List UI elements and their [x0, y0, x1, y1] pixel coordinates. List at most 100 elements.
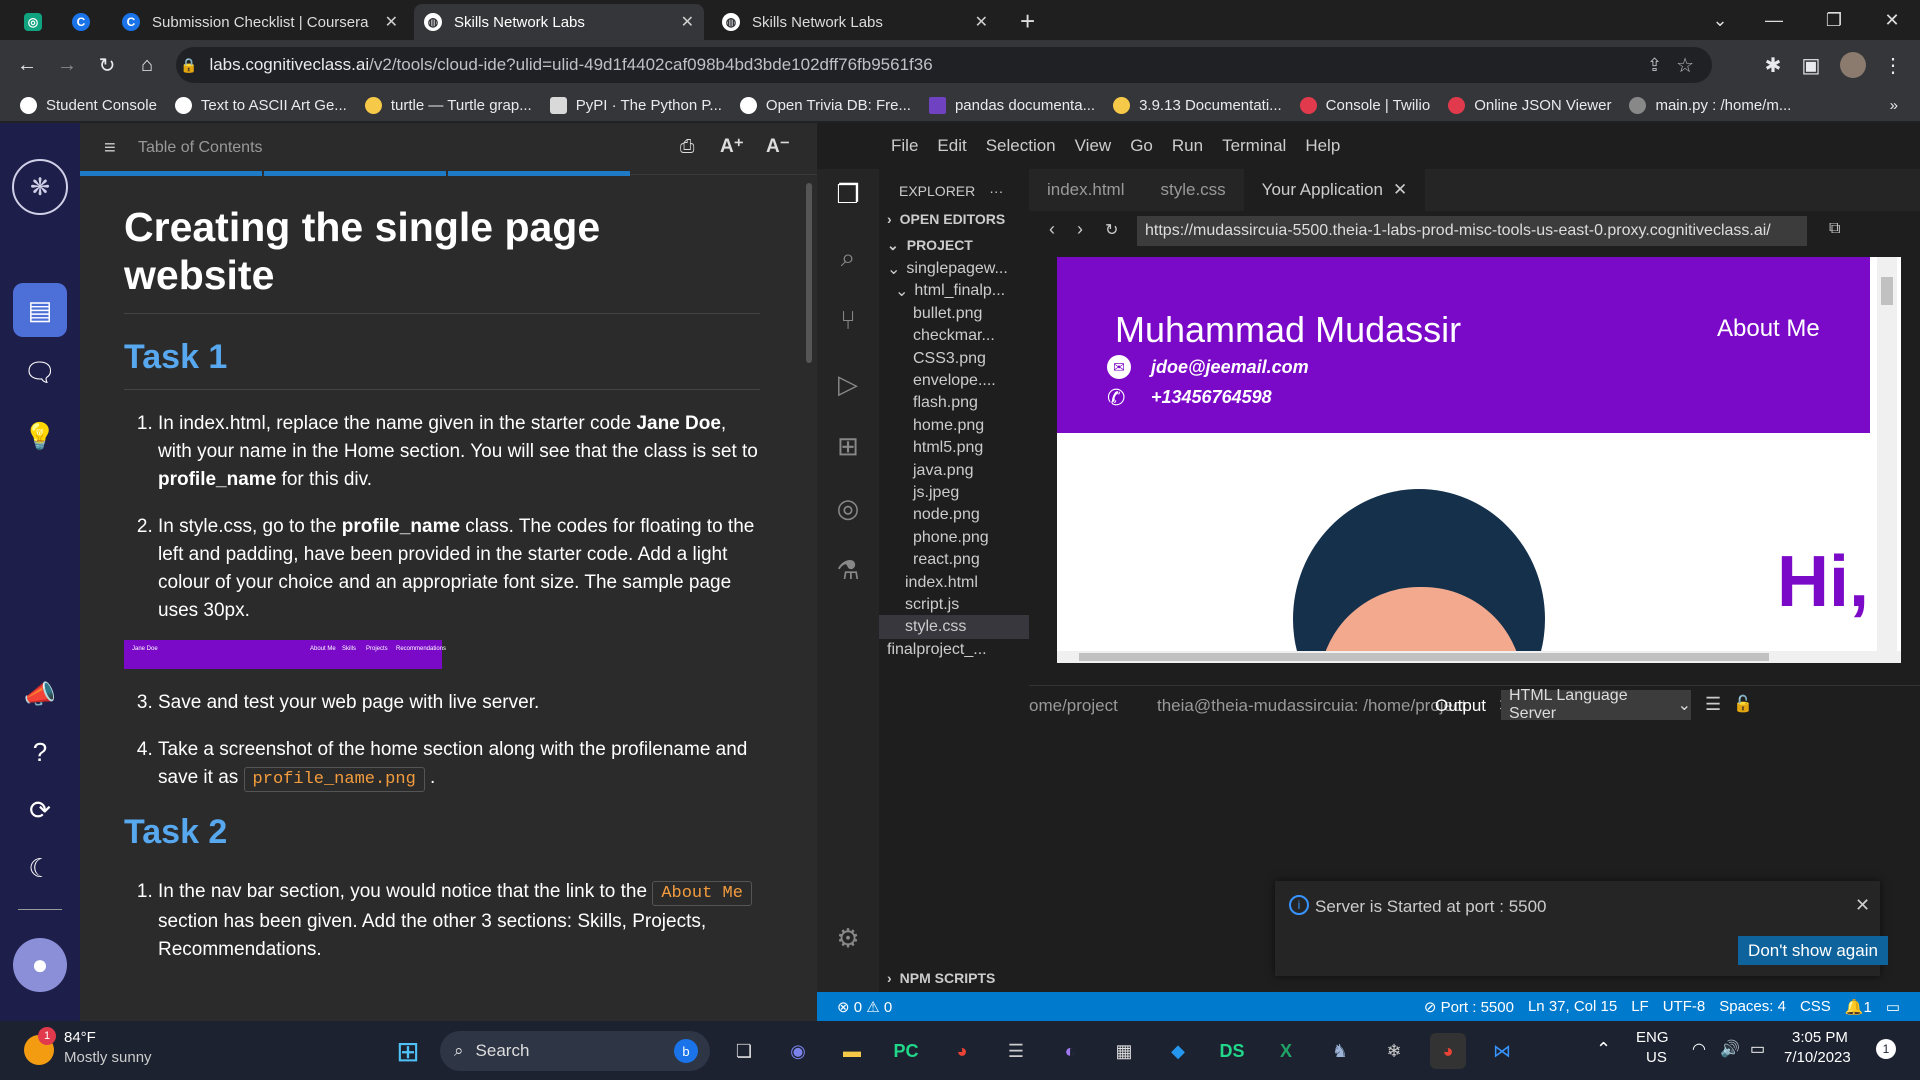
restore-button[interactable]: ❐ [1806, 0, 1862, 40]
menu-terminal[interactable]: Terminal [1222, 136, 1286, 156]
search-icon[interactable]: ⌕ [829, 239, 867, 277]
instructions-icon[interactable]: ▤ [13, 283, 67, 337]
hamburger-menu-icon[interactable]: ≡ [104, 137, 116, 160]
taskbar-search[interactable]: ⌕ Search b [440, 1031, 710, 1071]
file-explorer-icon[interactable]: ▬ [834, 1033, 870, 1069]
tray-chevron-icon[interactable]: ⌃ [1596, 1039, 1611, 1060]
layout-icon[interactable]: ▭ [1886, 998, 1900, 1016]
file-tree-item[interactable]: CSS3.png [879, 347, 1029, 371]
extensions-icon[interactable]: ⊞ [829, 427, 867, 465]
help-icon[interactable]: ? [13, 725, 67, 779]
open-external-icon[interactable]: ⧉ [1829, 220, 1840, 238]
bookmark-star-icon[interactable]: ☆ [1676, 53, 1694, 78]
back-icon[interactable]: ← [12, 50, 42, 80]
language-region[interactable]: US [1646, 1049, 1667, 1066]
profile-avatar[interactable] [1840, 52, 1866, 78]
file-tree-item[interactable]: style.css [879, 615, 1029, 640]
browser-tab-coursera[interactable]: C Submission Checklist | Coursera ✕ [112, 4, 408, 40]
decrease-font-icon[interactable]: A⁻ [766, 135, 790, 158]
browser-tab-skills-active[interactable]: ◍ Skills Network Labs ✕ [414, 4, 704, 40]
share-icon[interactable]: ⇪ [1647, 55, 1662, 76]
lightbulb-icon[interactable]: 💡 [13, 409, 67, 463]
open-editors-section[interactable]: › OPEN EDITORS [887, 207, 1037, 231]
dark-mode-icon[interactable]: ☾ [13, 841, 67, 895]
skills-network-toolbox-icon[interactable]: ◎ [829, 489, 867, 527]
reload-icon[interactable]: ↻ [92, 50, 122, 80]
bookmark-item[interactable]: pandas documenta... [928, 97, 1095, 114]
file-tree-item[interactable]: bullet.png [879, 302, 1029, 326]
volume-icon[interactable]: 🔊 [1720, 1039, 1740, 1059]
close-icon[interactable]: ✕ [385, 12, 398, 32]
wifi-icon[interactable]: ◠ [1692, 1039, 1706, 1059]
menu-go[interactable]: Go [1130, 136, 1153, 156]
bookmark-item[interactable]: main.py : /home/m... [1629, 97, 1791, 114]
extensions-icon[interactable]: ✱ [1758, 50, 1788, 80]
chrome-active-icon[interactable]: ◕ [1430, 1033, 1466, 1069]
panel-tab-terminal-2[interactable]: theia@theia-mudassircuia: /home/project [1157, 696, 1466, 716]
minimize-button[interactable]: — [1746, 0, 1802, 40]
file-tree-item[interactable]: html5.png [879, 436, 1029, 460]
preview-vertical-scrollbar[interactable] [1877, 257, 1897, 651]
problems-indicator[interactable]: ⊗ 0 ⚠ 0 [837, 998, 892, 1016]
home-icon[interactable]: ⌂ [132, 50, 162, 80]
preview-reload-icon[interactable]: ↻ [1105, 220, 1118, 240]
menu-kebab-icon[interactable]: ⋮ [1878, 50, 1908, 80]
file-tree-item[interactable]: finalproject_... [879, 638, 1029, 662]
output-channel-select[interactable]: HTML Language Server ⌄ [1501, 687, 1691, 722]
address-bar[interactable]: 🔒 labs.cognitiveclass.ai /v2/tools/cloud… [176, 47, 1712, 83]
npm-scripts-section[interactable]: › NPM SCRIPTS [887, 966, 1037, 990]
file-tree-item[interactable]: ⌄ html_finalp... [879, 279, 1029, 303]
close-icon[interactable]: ✕ [681, 12, 694, 32]
tab-search-icon[interactable]: ⌄ [1692, 0, 1748, 40]
chrome-icon[interactable]: ◕ [944, 1033, 980, 1069]
preview-horizontal-scrollbar[interactable] [1057, 651, 1901, 663]
lock-scroll-icon[interactable]: 🔓 [1733, 694, 1753, 714]
menu-selection[interactable]: Selection [986, 136, 1056, 156]
editor-tab-your-application[interactable]: Your Application ✕ [1243, 169, 1426, 211]
project-section[interactable]: ⌄ PROJECT [887, 233, 1037, 257]
language-indicator[interactable]: ENG [1636, 1029, 1669, 1046]
more-bookmarks[interactable]: » [1890, 97, 1898, 114]
print-icon[interactable]: ⎙ [680, 136, 694, 157]
docker-icon[interactable]: ◆ [1160, 1033, 1196, 1069]
menu-run[interactable]: Run [1172, 136, 1203, 156]
menu-help[interactable]: Help [1305, 136, 1340, 156]
snip-icon[interactable]: ▦ [1106, 1033, 1142, 1069]
encoding[interactable]: UTF-8 [1663, 998, 1706, 1015]
pycharm-icon[interactable]: PC [888, 1033, 924, 1069]
dataspell-icon[interactable]: DS [1214, 1033, 1250, 1069]
file-tree-item[interactable]: js.jpeg [879, 481, 1029, 505]
file-tree-item[interactable]: script.js [879, 593, 1029, 617]
clock-date[interactable]: 7/10/2023 [1784, 1049, 1851, 1066]
preview-url-input[interactable]: https://mudassircuia-5500.theia-1-labs-p… [1137, 216, 1807, 246]
file-tree-item[interactable]: node.png [879, 503, 1029, 527]
close-icon[interactable]: ✕ [1393, 180, 1407, 200]
database-icon[interactable]: ☰ [998, 1033, 1034, 1069]
postgres-icon[interactable]: ♞ [1322, 1033, 1358, 1069]
flask-icon[interactable]: ⚗ [829, 551, 867, 589]
file-tree-item[interactable]: checkmar... [879, 324, 1029, 348]
menu-file[interactable]: File [891, 136, 918, 156]
run-debug-icon[interactable]: ▷ [829, 365, 867, 403]
nav-about-me[interactable]: About Me [1717, 315, 1820, 343]
preview-forward-icon[interactable]: › [1077, 219, 1083, 240]
table-of-contents-label[interactable]: Table of Contents [138, 139, 263, 157]
browser-tab-pinned-2[interactable]: C [62, 4, 102, 40]
bookmark-item[interactable]: Text to ASCII Art Ge... [174, 97, 347, 114]
dont-show-again-button[interactable]: Don't show again [1738, 936, 1888, 965]
preview-back-icon[interactable]: ‹ [1049, 219, 1055, 240]
battery-icon[interactable]: ▭ [1750, 1039, 1765, 1059]
bookmark-item[interactable]: Open Trivia DB: Fre... [739, 97, 911, 114]
chat-icon[interactable]: 🗨 [13, 345, 67, 399]
new-tab-button[interactable]: + [1020, 6, 1035, 37]
weather-temp[interactable]: 84°F [64, 1029, 96, 1046]
more-actions-icon[interactable]: ··· [989, 183, 1003, 199]
file-tree-item[interactable]: phone.png [879, 526, 1029, 550]
file-tree-item[interactable]: react.png [879, 548, 1029, 572]
source-control-icon[interactable]: ⑂ [829, 301, 867, 339]
close-icon[interactable]: ✕ [1855, 895, 1870, 916]
github-desktop-icon[interactable]: ◐ [1052, 1033, 1088, 1069]
user-avatar-icon[interactable]: ● [13, 938, 67, 992]
file-tree-item[interactable]: envelope.... [879, 369, 1029, 393]
close-icon[interactable]: ✕ [975, 12, 988, 32]
